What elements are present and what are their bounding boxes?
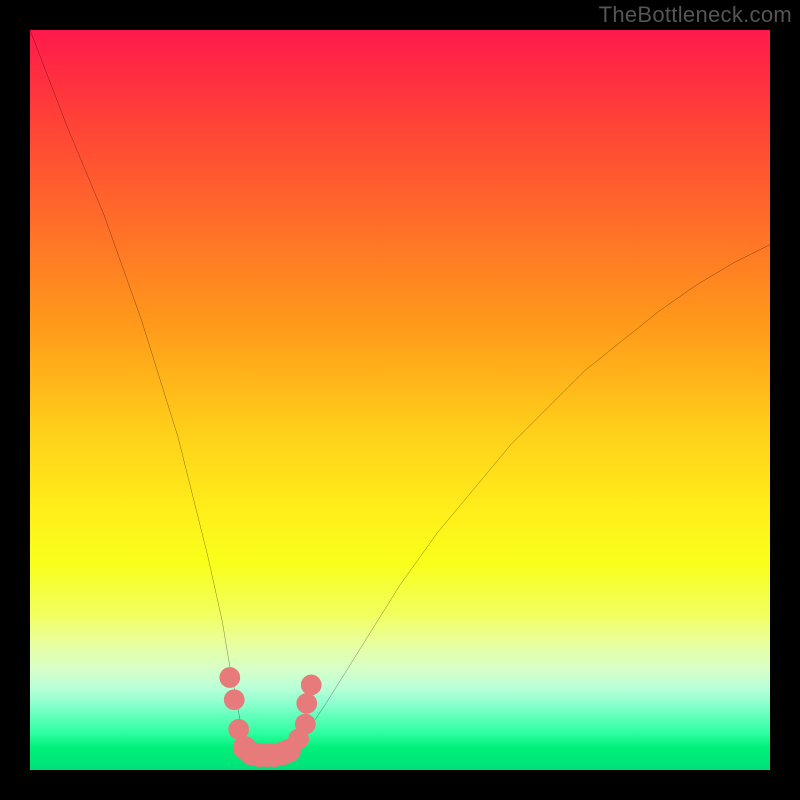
series-bottleneck-curve <box>30 30 770 755</box>
marker-point <box>219 667 240 688</box>
marker-point <box>295 714 316 735</box>
marker-point <box>301 675 322 696</box>
marker-point <box>224 689 245 710</box>
curve-layer <box>30 30 770 770</box>
plot-area <box>30 30 770 770</box>
marker-point <box>296 693 317 714</box>
watermark-link[interactable]: TheBottleneck.com <box>599 2 792 28</box>
chart-frame: TheBottleneck.com <box>0 0 800 800</box>
